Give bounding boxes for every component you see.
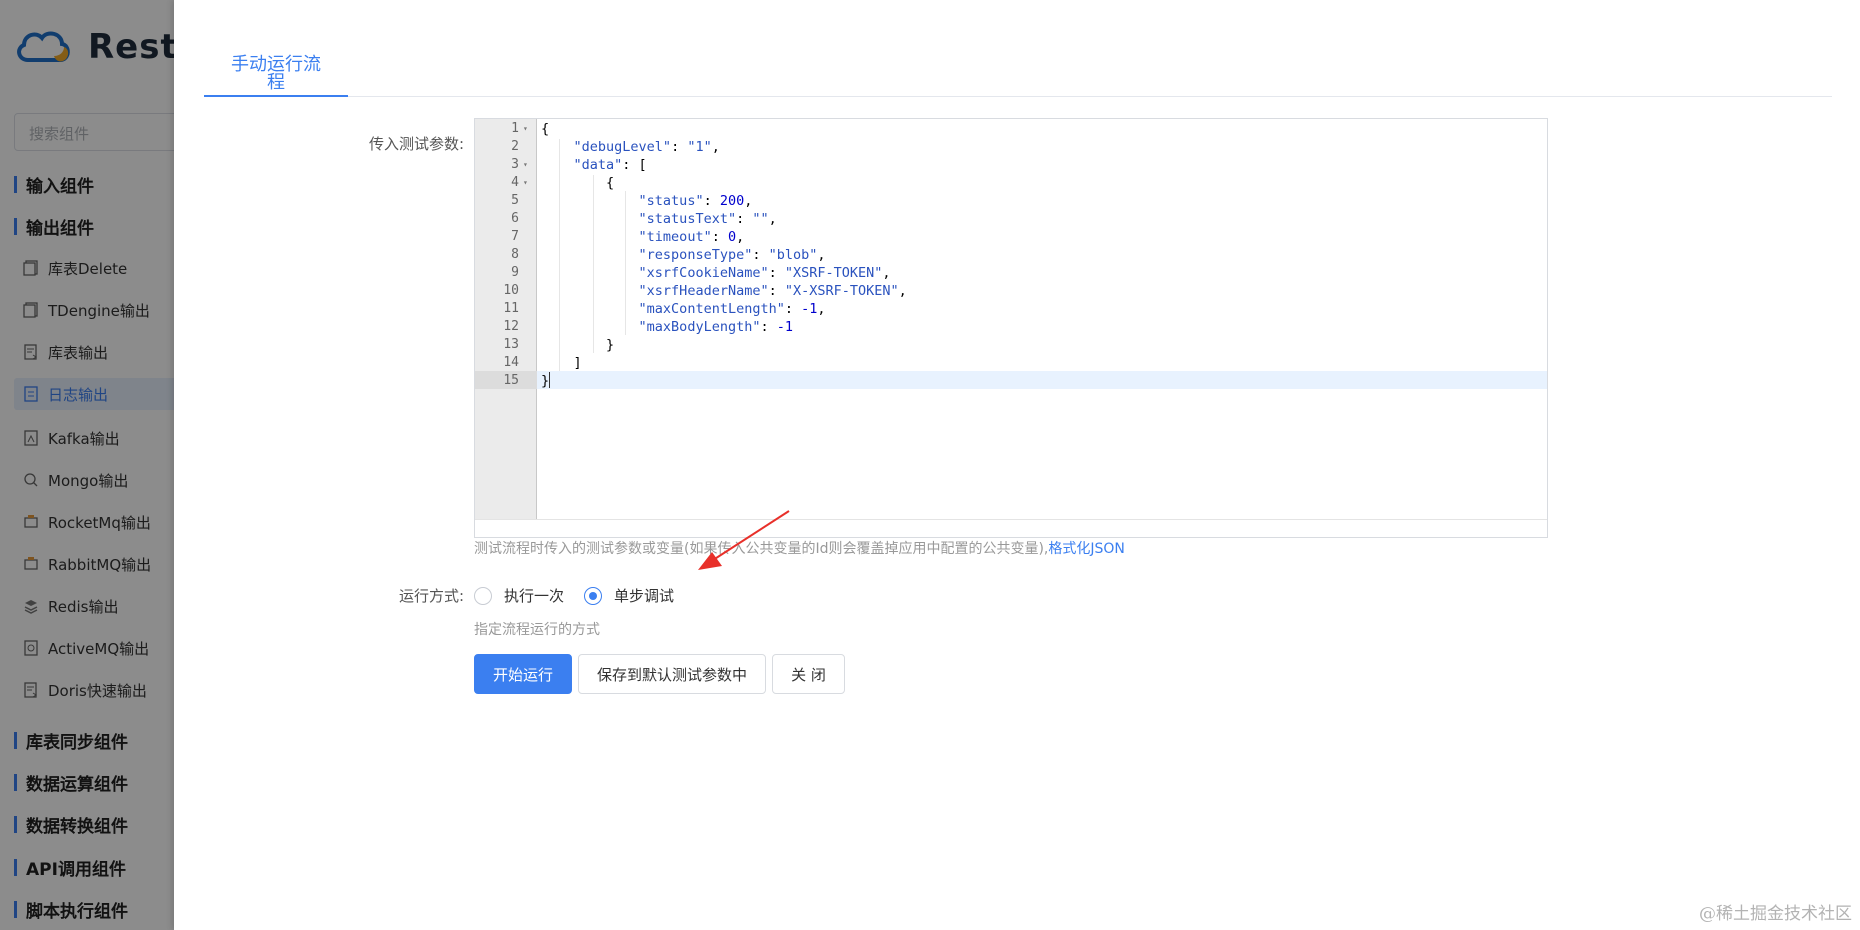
fold-toggle-icon[interactable]: ▾ [523, 174, 531, 192]
radio-run-once[interactable]: 执行一次 [474, 585, 564, 606]
params-hint-text: 测试流程时传入的测试参数或变量(如果传入公共变量的Id则会覆盖掉应用中配置的公共… [474, 541, 1049, 557]
radio-circle[interactable] [474, 586, 492, 605]
code-line: "responseType": "blob", [638, 247, 826, 263]
fold-toggle-icon[interactable]: ▾ [523, 156, 531, 174]
line-number: 1 [511, 121, 519, 136]
radio-label: 执行一次 [504, 587, 565, 605]
line-number: 8 [511, 247, 519, 262]
json-code-editor[interactable]: { "debugLevel": "1", "data": [ { "status… [474, 118, 1548, 538]
radio-step-debug[interactable]: 单步调试 [584, 585, 674, 606]
run-flow-dialog: 手动运行流程 传入测试参数: { "debugLevel": "1", "dat… [174, 0, 1860, 930]
code-line: { [541, 121, 550, 137]
line-number: 9 [511, 265, 519, 280]
line-number: 11 [503, 301, 519, 316]
run-mode-label: 运行方式: [398, 587, 464, 605]
line-number: 14 [503, 355, 519, 370]
line-number: 13 [503, 337, 519, 352]
line-number: 12 [503, 319, 519, 334]
code-line: { [541, 175, 615, 191]
modal-overlay[interactable] [0, 0, 174, 930]
line-number: 5 [511, 193, 519, 208]
code-line: "data": [ [573, 157, 647, 173]
format-json-link[interactable]: 格式化JSON [1048, 541, 1125, 557]
fold-toggle-icon[interactable]: ▾ [523, 120, 531, 138]
line-number: 3 [511, 157, 519, 172]
code-line: "xsrfHeaderName": "X-XSRF-TOKEN", [638, 283, 907, 299]
indent-guide [593, 175, 594, 353]
line-number: 7 [511, 229, 519, 244]
code-line: "debugLevel": "1", [573, 139, 720, 155]
text-cursor [549, 372, 550, 388]
code-line: "status": 200, [638, 193, 753, 209]
dialog-tab-bar: 手动运行流程 [204, 0, 1832, 97]
line-number: 4 [511, 175, 519, 190]
line-number: 2 [511, 139, 519, 154]
line-number: 15 [503, 373, 519, 388]
code-line: "maxBodyLength": -1 [638, 319, 793, 335]
params-label: 传入测试参数: [368, 135, 464, 153]
tab-manual-run-flow[interactable]: 手动运行流程 [204, 0, 348, 97]
code-line: } [541, 373, 550, 389]
line-number: 10 [503, 283, 519, 298]
editor-horizontal-scrollbar[interactable] [475, 519, 1547, 537]
code-line: "timeout": 0, [638, 229, 745, 245]
code-line: "maxContentLength": -1, [638, 301, 826, 317]
code-line: } [541, 337, 615, 353]
active-line-highlight [537, 371, 1547, 389]
start-run-button[interactable]: 开始运行 [474, 654, 572, 694]
indent-guide [559, 139, 560, 371]
run-mode-hint: 指定流程运行的方式 [474, 622, 600, 638]
code-line: "statusText": "", [638, 211, 777, 227]
params-hint: 测试流程时传入的测试参数或变量(如果传入公共变量的Id则会覆盖掉应用中配置的公共… [474, 538, 1125, 558]
save-default-params-button[interactable]: 保存到默认测试参数中 [578, 654, 766, 694]
code-line: ] [541, 355, 582, 371]
radio-label: 单步调试 [614, 587, 675, 605]
watermark: @稀土掘金技术社区 [1699, 904, 1852, 924]
tab-label: 手动运行流程 [231, 54, 321, 93]
radio-circle[interactable] [584, 586, 602, 605]
close-button[interactable]: 关 闭 [772, 654, 845, 694]
line-number: 6 [511, 211, 519, 226]
indent-guide [625, 191, 626, 335]
